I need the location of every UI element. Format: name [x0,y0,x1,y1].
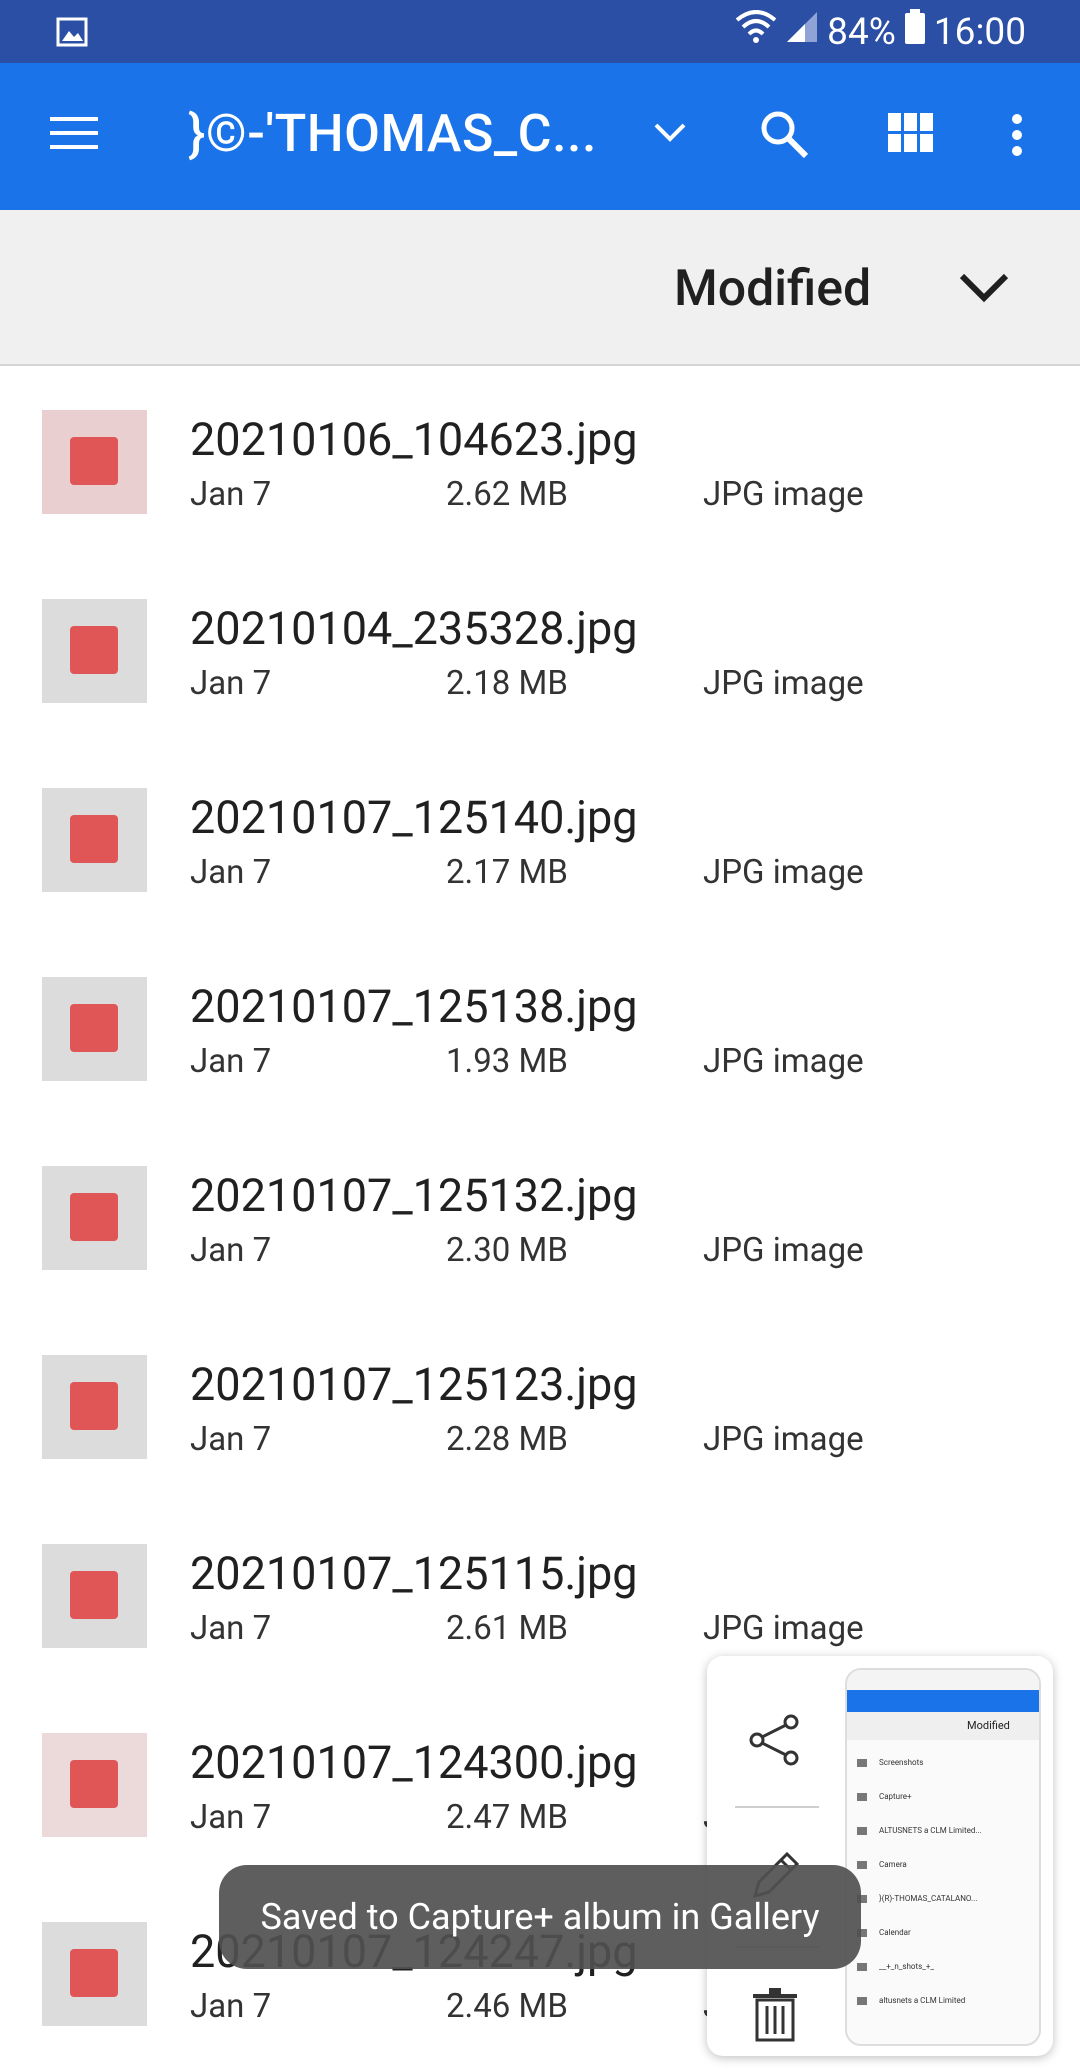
chevron-down-icon[interactable] [652,121,688,149]
file-name: 20210107_124300.jpg [190,1736,638,1789]
toast-message: Saved to Capture+ album in Gallery [219,1865,861,1969]
image-icon [70,1193,118,1241]
list-item[interactable]: 20210107_125123.jpg Jan 7 2.28 MB JPG im… [0,1313,1080,1502]
image-icon [70,1760,118,1808]
file-date: Jan 7 [190,1609,272,1648]
sort-bar[interactable]: Modified [0,210,1080,366]
image-thumbnail [42,1544,147,1648]
preview-row: __+_n_shots_+_ [857,1962,934,1971]
wifi-icon [735,10,777,54]
capture-toolbar [707,1656,837,2056]
preview-row: ALTUSNETS a CLM Limited... [857,1826,982,1835]
file-date: Jan 7 [190,475,272,514]
image-thumbnail [42,1166,147,1270]
status-bar: 84% 16:00 [0,0,1080,63]
gallery-icon [56,17,88,51]
screenshot-preview[interactable]: Modified Screenshots Capture+ ALTUSNETS … [845,1668,1041,2046]
menu-icon[interactable] [48,113,100,157]
file-name: 20210107_125138.jpg [190,980,638,1033]
file-name: 20210104_235328.jpg [190,602,638,655]
preview-row: }(R)-THOMAS_CATALANO... [857,1894,977,1903]
file-date: Jan 7 [190,664,272,703]
battery-percent: 84% [827,10,896,54]
sort-label[interactable]: Modified [674,260,871,318]
trash-icon[interactable] [747,1986,803,2046]
preview-row: Camera [857,1860,907,1869]
image-icon [70,626,118,674]
search-icon[interactable] [758,108,810,164]
image-thumbnail [42,1355,147,1459]
image-thumbnail [42,599,147,703]
file-date: Jan 7 [190,1231,272,1270]
image-icon [70,1571,118,1619]
image-thumbnail [42,1922,147,2026]
file-size: 2.46 MB [446,1987,568,2026]
preview-app-bar [847,1690,1039,1712]
file-name: 20210107_125115.jpg [190,1547,638,1600]
list-item[interactable]: 20210104_235328.jpg Jan 7 2.18 MB JPG im… [0,557,1080,746]
app-bar: }©-'THOMAS_C... [0,63,1080,210]
file-size: 2.62 MB [446,475,568,514]
grid-view-icon[interactable] [888,113,934,157]
list-item[interactable]: 20210106_104623.jpg Jan 7 2.62 MB JPG im… [0,368,1080,557]
signal-icon [785,10,819,54]
file-date: Jan 7 [190,1420,272,1459]
divider [735,1806,819,1808]
folder-title[interactable]: }©-'THOMAS_C... [188,103,597,164]
image-icon [70,1949,118,1997]
file-size: 2.18 MB [446,664,568,703]
file-name: 20210107_125123.jpg [190,1358,638,1411]
share-icon[interactable] [747,1714,803,1770]
file-type: JPG image [703,1042,864,1081]
file-date: Jan 7 [190,1987,272,2026]
image-thumbnail [42,977,147,1081]
image-icon [70,437,118,485]
file-size: 2.28 MB [446,1420,568,1459]
file-name: 20210107_125140.jpg [190,791,638,844]
file-type: JPG image [703,1420,864,1459]
file-type: JPG image [703,853,864,892]
preview-sort-bar: Modified [847,1712,1039,1740]
file-size: 2.61 MB [446,1609,568,1648]
file-date: Jan 7 [190,853,272,892]
file-date: Jan 7 [190,1798,272,1837]
image-icon [70,1382,118,1430]
preview-row: altusnets a CLM Limited [857,1996,965,2005]
file-name: 20210107_125132.jpg [190,1169,638,1222]
more-options-icon[interactable] [1010,113,1024,161]
image-thumbnail [42,1733,147,1837]
file-type: JPG image [703,475,864,514]
file-size: 2.17 MB [446,853,568,892]
preview-row: Screenshots [857,1758,923,1767]
battery-icon [904,9,926,55]
capture-panel: Modified Screenshots Capture+ ALTUSNETS … [707,1656,1053,2056]
clock: 16:00 [933,10,1026,54]
image-icon [70,1004,118,1052]
image-thumbnail [42,788,147,892]
chevron-down-icon[interactable] [958,270,1010,308]
file-type: JPG image [703,1609,864,1648]
file-type: JPG image [703,664,864,703]
image-icon [70,815,118,863]
file-size: 1.93 MB [446,1042,568,1081]
preview-row: Calendar [857,1928,911,1937]
file-type: JPG image [703,1231,864,1270]
preview-row: Capture+ [857,1792,912,1801]
preview-toolbar [847,1670,1039,1690]
file-size: 2.30 MB [446,1231,568,1270]
file-size: 2.47 MB [446,1798,568,1837]
image-thumbnail [42,410,147,514]
file-date: Jan 7 [190,1042,272,1081]
list-item[interactable]: 20210107_125138.jpg Jan 7 1.93 MB JPG im… [0,935,1080,1124]
file-name: 20210106_104623.jpg [190,413,638,466]
list-item[interactable]: 20210107_125140.jpg Jan 7 2.17 MB JPG im… [0,746,1080,935]
list-item[interactable]: 20210107_125132.jpg Jan 7 2.30 MB JPG im… [0,1124,1080,1313]
